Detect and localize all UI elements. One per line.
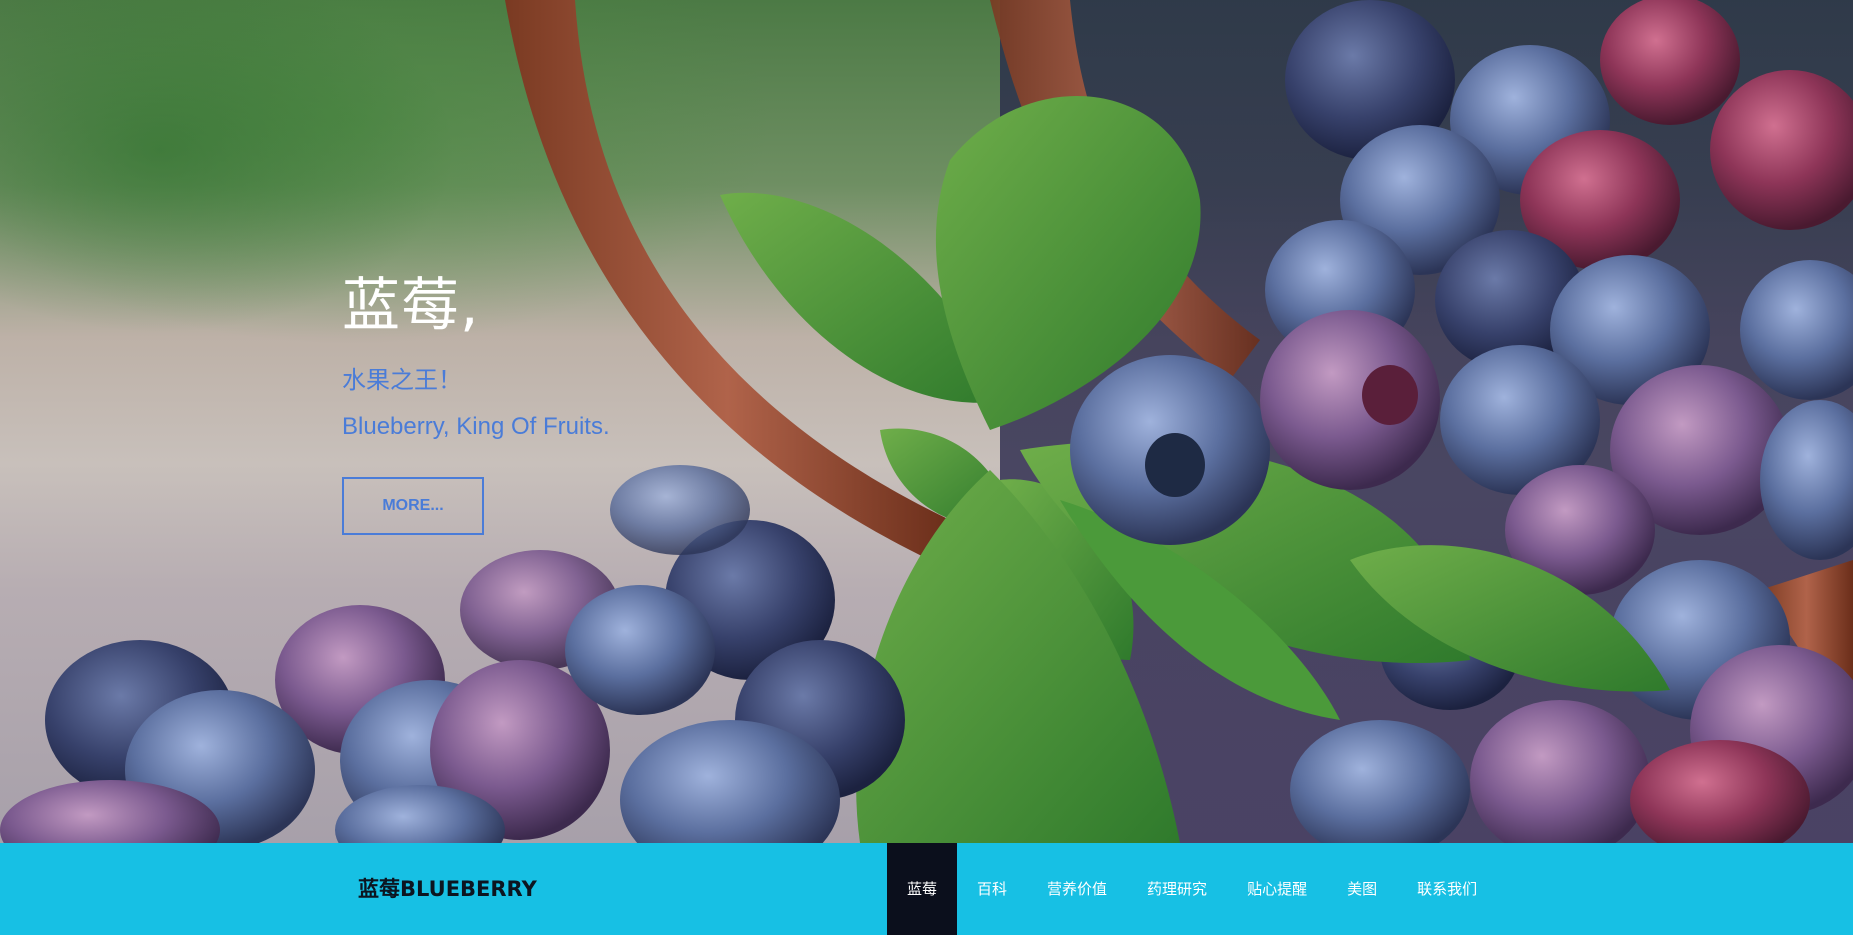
hero-text-block: 蓝莓, 水果之王！ Blueberry, King Of Fruits. MOR… bbox=[342, 270, 610, 535]
hero-subtitle-en: Blueberry, King Of Fruits. bbox=[342, 413, 610, 440]
hero-subtitle-cn: 水果之王！ bbox=[342, 366, 462, 394]
nav-item-gallery[interactable]: 美图 bbox=[1327, 843, 1397, 935]
more-button[interactable]: MORE... bbox=[342, 477, 484, 535]
nav-item-blueberry[interactable]: 蓝莓 bbox=[887, 843, 958, 935]
hero-title: 蓝莓, bbox=[342, 271, 480, 339]
nav-item-encyclopedia[interactable]: 百科 bbox=[957, 843, 1027, 935]
top-navbar: 蓝莓BLUEBERRY 蓝莓 百科 营养价值 药理研究 贴心提醒 美图 联系我们 bbox=[0, 843, 1853, 935]
nav-item-contact[interactable]: 联系我们 bbox=[1397, 843, 1497, 935]
nav-menu: 蓝莓 百科 营养价值 药理研究 贴心提醒 美图 联系我们 bbox=[887, 843, 1497, 935]
hero-background-image bbox=[0, 0, 1853, 843]
nav-item-tips[interactable]: 贴心提醒 bbox=[1227, 843, 1327, 935]
nav-item-pharmacology[interactable]: 药理研究 bbox=[1127, 843, 1227, 935]
brand-logo-text[interactable]: 蓝莓BLUEBERRY bbox=[358, 843, 537, 935]
nav-item-nutrition[interactable]: 营养价值 bbox=[1027, 843, 1127, 935]
hero-banner: 蓝莓, 水果之王！ Blueberry, King Of Fruits. MOR… bbox=[0, 0, 1853, 843]
